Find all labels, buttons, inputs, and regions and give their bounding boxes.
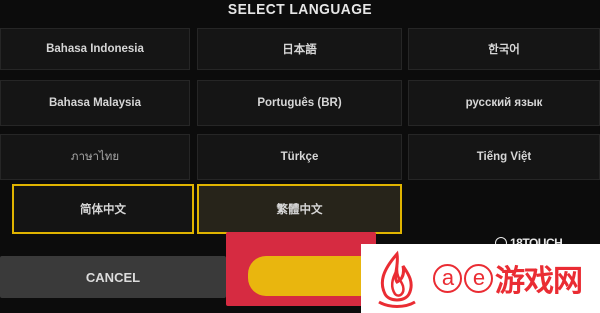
site-watermark: a e 游戏网 — [361, 244, 600, 313]
watermark-site-name: 游戏网 — [495, 265, 583, 298]
language-option-russian[interactable]: русский язык — [408, 80, 600, 126]
language-grid: Bahasa Indonesia 日本語 한국어 Bahasa Malaysia… — [0, 0, 600, 240]
language-option-vietnamese[interactable]: Tiếng Việt — [408, 134, 600, 180]
watermark-letter-a: a — [433, 263, 462, 293]
language-option-turkish[interactable]: Türkçe — [197, 134, 402, 180]
language-option-japanese[interactable]: 日本語 — [197, 28, 402, 70]
language-option-traditional-chinese[interactable]: 繁體中文 — [197, 184, 402, 234]
language-option-bahasa-malaysia[interactable]: Bahasa Malaysia — [0, 80, 190, 126]
site-watermark-text: a e 游戏网 — [433, 258, 583, 298]
watermark-letter-e: e — [464, 263, 493, 293]
language-option-portuguese-br[interactable]: Português (BR) — [197, 80, 402, 126]
language-option-thai[interactable]: ภาษาไทย — [0, 134, 190, 180]
cancel-button[interactable]: CANCEL — [0, 256, 226, 298]
language-option-bahasa-indonesia[interactable]: Bahasa Indonesia — [0, 28, 190, 70]
language-option-simplified-chinese[interactable]: 简体中文 — [12, 184, 194, 234]
language-option-korean[interactable]: 한국어 — [408, 28, 600, 70]
flame-logo-icon — [378, 250, 416, 308]
